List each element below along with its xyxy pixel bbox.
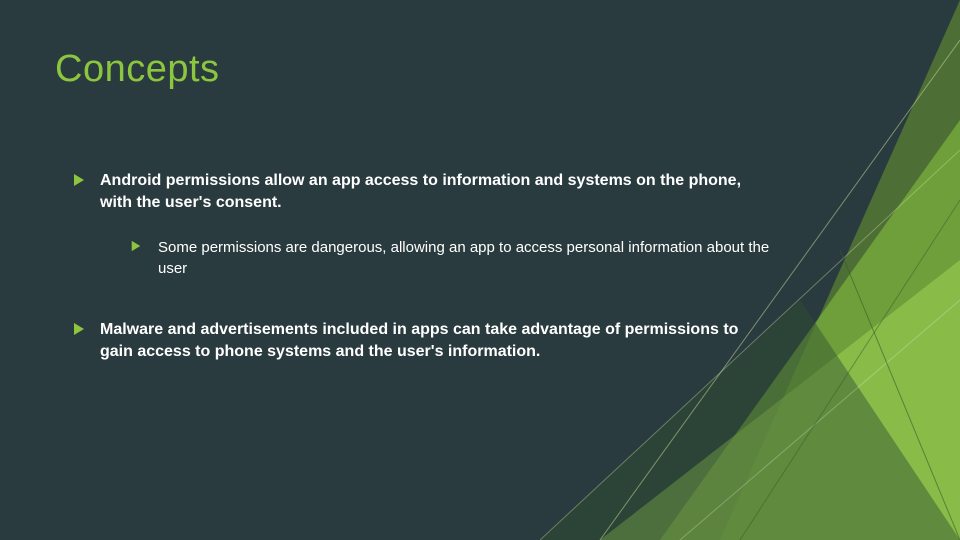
slide-title: Concepts <box>55 48 220 91</box>
play-arrow-icon <box>72 322 86 336</box>
bullet-text: Android permissions allow an app access … <box>100 172 741 211</box>
content-area: Android permissions allow an app access … <box>72 170 770 386</box>
bullet-text: Some permissions are dangerous, allowing… <box>158 239 769 277</box>
bullet-text: Malware and advertisements included in a… <box>100 321 738 360</box>
bullet-level1: Android permissions allow an app access … <box>72 170 770 279</box>
bullet-level2: Some permissions are dangerous, allowing… <box>130 237 770 279</box>
bullet-level1: Malware and advertisements included in a… <box>72 319 770 364</box>
slide: Concepts Android permissions allow an ap… <box>0 0 960 540</box>
play-arrow-icon <box>130 240 144 254</box>
play-arrow-icon <box>72 173 86 187</box>
